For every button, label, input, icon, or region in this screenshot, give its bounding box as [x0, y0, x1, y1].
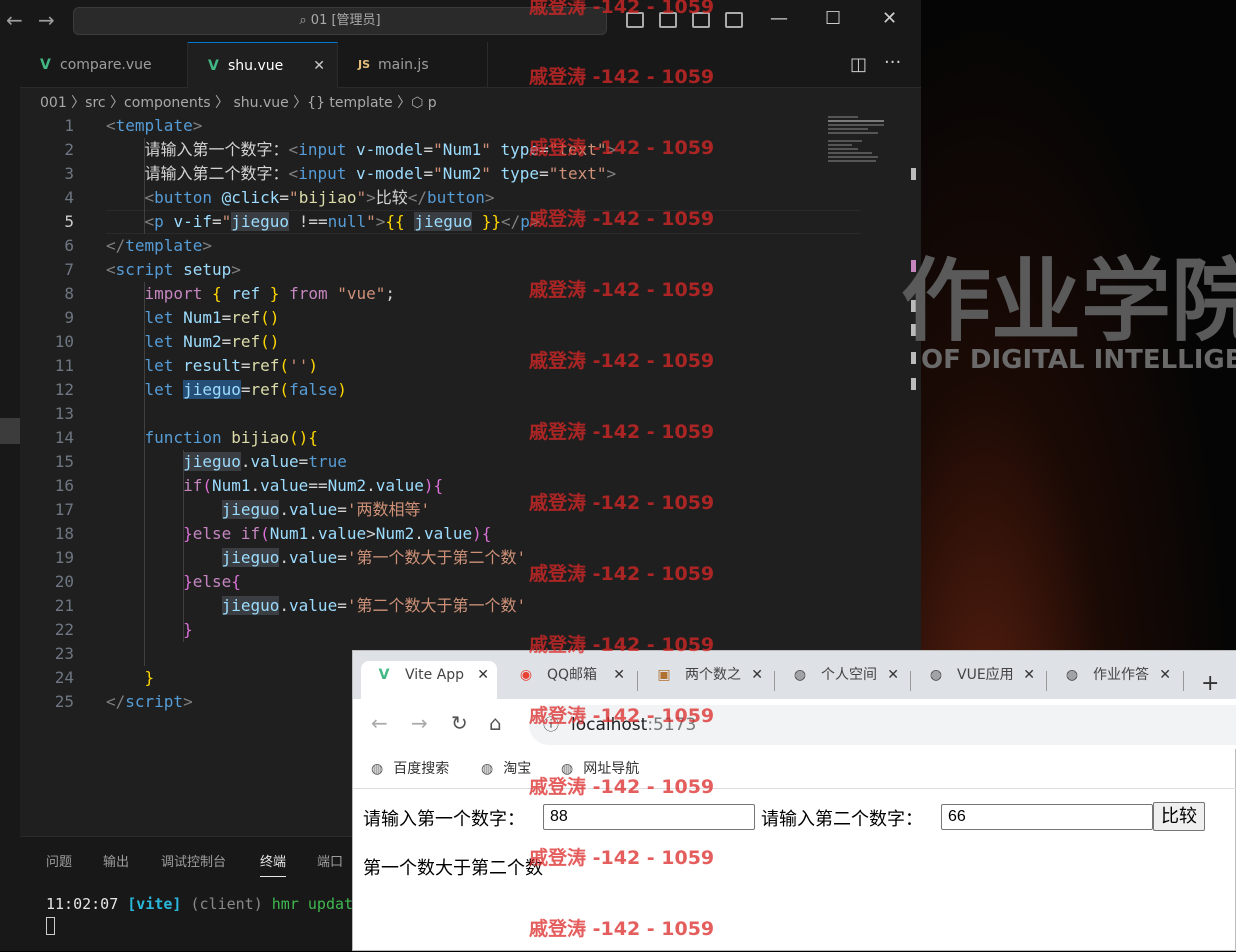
close-tab-icon[interactable]: ✕	[477, 661, 489, 689]
browser-tab-homework[interactable]: ◍ 作业作答 ✕	[1049, 661, 1179, 699]
tab-ports[interactable]: 端口	[317, 851, 343, 870]
globe-icon: ◍	[929, 667, 943, 683]
browser-toolbar: ← → ↻ ⌂ ⓘ localhost:5173	[353, 699, 1236, 749]
close-tab-icon[interactable]: ✕	[887, 661, 899, 689]
activity-bar-selection	[0, 418, 20, 444]
tab-shu-vue[interactable]: V shu.vue ✕	[188, 42, 338, 88]
first-number-input[interactable]	[543, 804, 755, 830]
tab-problems[interactable]: 问题	[46, 851, 72, 870]
home-icon[interactable]: ⌂	[489, 711, 502, 735]
back-arrow-icon[interactable]: ←	[6, 8, 23, 32]
tab-debug-console[interactable]: 调试控制台	[161, 851, 226, 870]
reload-icon[interactable]: ↻	[451, 711, 468, 735]
search-icon: ⌕	[299, 13, 311, 28]
browser-window: V Vite App ✕ ◉ QQ邮箱 ✕ ▣ 两个数之 ✕ ◍ 个人空间 ✕ …	[352, 650, 1236, 951]
chrome-icon: ◉	[519, 667, 533, 683]
first-number-label: 请输入第一个数字：	[363, 809, 525, 830]
tab-label: main.js	[378, 57, 429, 73]
globe-icon: ◍	[371, 761, 384, 777]
compare-button[interactable]: 比较	[1153, 802, 1205, 831]
second-number-input[interactable]	[941, 804, 1153, 830]
split-editor-icon[interactable]: ◫	[850, 54, 867, 75]
toggle-panel-icon[interactable]	[659, 12, 677, 28]
back-icon[interactable]: ←	[371, 711, 388, 735]
command-center-search[interactable]: ⌕ 01 [管理员]	[73, 7, 607, 35]
browser-tab-vue-app[interactable]: ◍ VUE应用 ✕	[913, 661, 1043, 699]
more-actions-icon[interactable]: ···	[884, 52, 901, 73]
terminal-output[interactable]: 11:02:07 [vite] (client) hmr updat	[46, 895, 353, 913]
new-tab-button[interactable]: +	[1201, 671, 1219, 696]
globe-icon: ◍	[561, 761, 574, 777]
browser-tab-two-numbers[interactable]: ▣ 两个数之 ✕	[641, 661, 771, 699]
tab-terminal[interactable]: 终端	[260, 851, 287, 877]
browser-tab-qq-mail[interactable]: ◉ QQ邮箱 ✕	[503, 661, 633, 699]
bookmark-nav[interactable]: ◍ 网址导航	[561, 758, 639, 778]
page-thumbnail-icon: ▣	[657, 667, 671, 683]
bookmark-taobao[interactable]: ◍ 淘宝	[481, 758, 531, 778]
globe-icon: ◍	[1065, 667, 1079, 683]
background-subtitle: OF DIGITAL INTELLIGEN	[921, 345, 1236, 375]
minimize-button[interactable]: —	[770, 8, 788, 29]
close-window-button[interactable]: ✕	[882, 8, 897, 29]
close-tab-icon[interactable]: ✕	[751, 661, 763, 689]
toggle-sidebar-icon[interactable]	[626, 12, 644, 28]
close-tab-icon[interactable]: ✕	[1159, 661, 1171, 689]
js-file-icon: JS	[358, 58, 371, 71]
browser-tab-vite-app[interactable]: V Vite App ✕	[361, 661, 497, 699]
background-title: 作业学院	[901, 248, 1236, 354]
tab-compare-vue[interactable]: V compare.vue	[20, 42, 188, 88]
tab-label: shu.vue	[228, 58, 284, 74]
second-number-label: 请输入第二个数字：	[761, 809, 923, 830]
browser-tab-strip: V Vite App ✕ ◉ QQ邮箱 ✕ ▣ 两个数之 ✕ ◍ 个人空间 ✕ …	[353, 651, 1236, 699]
forward-arrow-icon[interactable]: →	[38, 8, 55, 32]
tab-main-js[interactable]: JS main.js	[338, 42, 488, 88]
title-bar: ← → ⌕ 01 [管理员] — ☐ ✕	[0, 0, 921, 42]
address-bar[interactable]: ⓘ localhost:5173	[529, 705, 1236, 745]
vue-file-icon: V	[208, 58, 219, 74]
toggle-secondary-sidebar-icon[interactable]	[692, 12, 710, 28]
close-tab-icon[interactable]: ✕	[313, 43, 325, 89]
url-port: :5173	[647, 715, 697, 735]
editor-tab-bar: V compare.vue V shu.vue ✕ JS main.js ◫ ·…	[20, 42, 921, 88]
site-info-icon[interactable]: ⓘ	[543, 705, 559, 745]
activity-bar	[0, 42, 20, 951]
browser-tab-personal-space[interactable]: ◍ 个人空间 ✕	[777, 661, 907, 699]
globe-icon: ◍	[481, 761, 494, 777]
tab-label: compare.vue	[60, 57, 152, 73]
terminal-cursor	[46, 917, 55, 935]
vite-icon: V	[378, 667, 390, 683]
vue-file-icon: V	[40, 57, 51, 73]
close-tab-icon[interactable]: ✕	[1023, 661, 1035, 689]
command-center-label: 01 [管理员]	[310, 13, 381, 28]
close-tab-icon[interactable]: ✕	[613, 661, 625, 689]
bookmark-baidu[interactable]: ◍ 百度搜索	[371, 758, 449, 778]
page-content: 请输入第一个数字： 请输入第二个数字： 比较 第一个数大于第二个数	[353, 789, 1236, 952]
bookmarks-bar: ◍ 百度搜索 ◍ 淘宝 ◍ 网址导航	[353, 749, 1236, 789]
tab-output[interactable]: 输出	[103, 851, 129, 870]
forward-icon[interactable]: →	[411, 711, 428, 735]
breadcrumb[interactable]: 001 〉src 〉components 〉 shu.vue 〉{} templ…	[40, 92, 437, 112]
globe-icon: ◍	[793, 667, 807, 683]
maximize-button[interactable]: ☐	[825, 8, 841, 29]
minimap[interactable]	[828, 114, 908, 174]
editor-scrollbar[interactable]	[905, 114, 921, 634]
result-text: 第一个数大于第二个数	[363, 858, 543, 879]
url-host: localhost	[571, 715, 648, 735]
customize-layout-icon[interactable]	[725, 12, 743, 28]
